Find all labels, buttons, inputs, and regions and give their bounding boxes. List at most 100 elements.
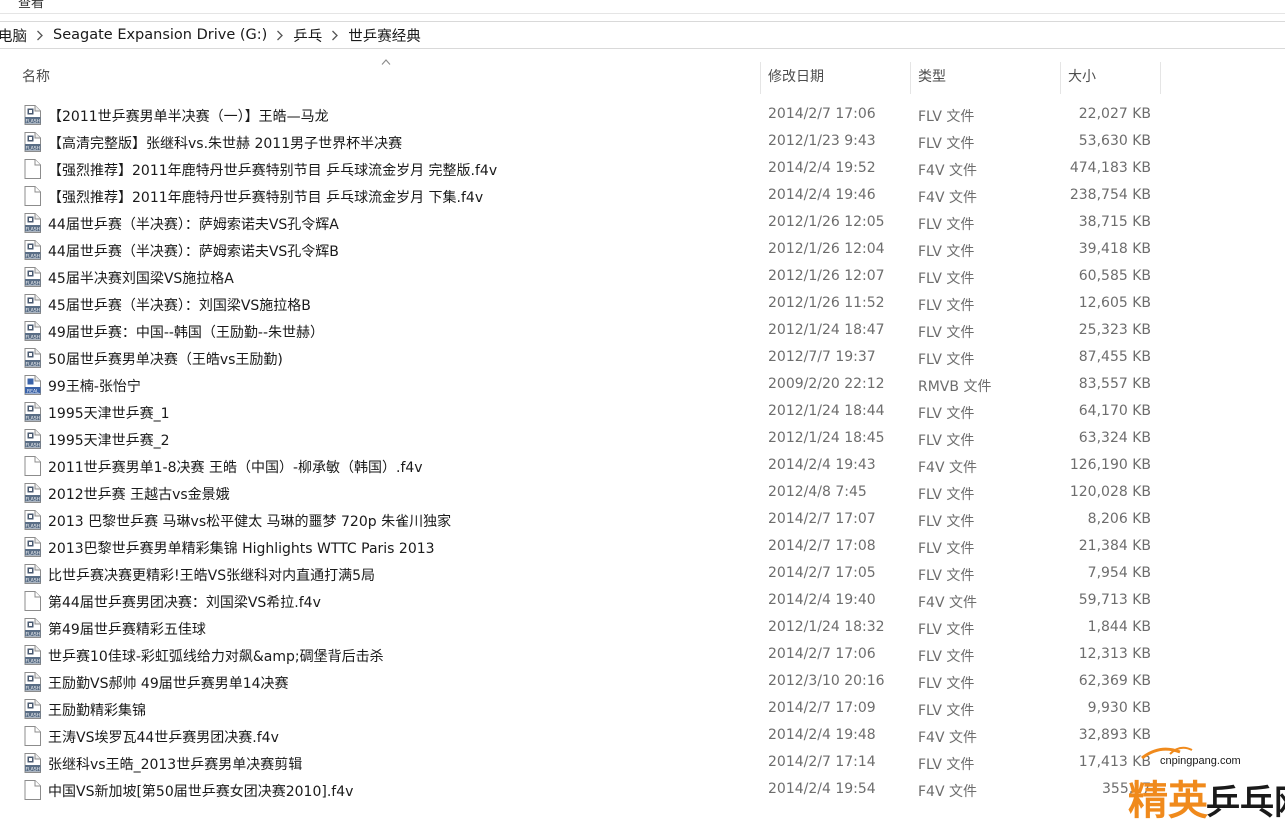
- svg-text:FLASH: FLASH: [25, 146, 40, 152]
- breadcrumb-item-computer[interactable]: 电脑: [0, 25, 29, 46]
- file-row[interactable]: FLASH 张继科vs王皓_2013世乒赛男单决赛剪辑 2014/2/7 17:1…: [0, 749, 1285, 776]
- file-list: FLASH 【2011世乒赛男单半决赛（一）】王皓—马龙 2014/2/7 17:…: [0, 101, 1285, 803]
- file-row[interactable]: FLASH 第49届世乒赛精彩五佳球 2012/1/24 18:32 FLV 文件 1…: [0, 614, 1285, 641]
- file-name: 2013 巴黎世乒赛 马琳vs松平健太 马琳的噩梦 720p 朱雀川独家: [48, 514, 452, 530]
- svg-text:FLASH: FLASH: [25, 767, 40, 773]
- file-type: F4V 文件: [918, 190, 977, 206]
- file-row[interactable]: FLASH 1995天津世乒赛_1 2012/1/24 18:44 FLV 文件 64…: [0, 398, 1285, 425]
- file-row[interactable]: FLASH 45届半决赛刘国梁VS施拉格A 2012/1/26 12:07 FLV …: [0, 263, 1285, 290]
- file-modified-date: 2012/1/23 9:43: [768, 133, 876, 149]
- svg-text:FLASH: FLASH: [25, 632, 40, 638]
- file-name: 2012世乒赛 王越古vs金景娥: [48, 487, 230, 503]
- file-row[interactable]: 2011世乒赛男单1-8决赛 王皓（中国）-柳承敏（韩国）.f4v 2014/2/…: [0, 452, 1285, 479]
- file-row[interactable]: 中国VS新加坡[第50届世乒赛女团决赛2010].f4v 2014/2/4 19:…: [0, 776, 1285, 803]
- file-type: F4V 文件: [918, 163, 977, 179]
- svg-text:FLASH: FLASH: [25, 497, 40, 503]
- svg-text:FLASH: FLASH: [25, 524, 40, 530]
- watermark-url: cnpingpang.com: [1160, 755, 1241, 767]
- chevron-right-icon[interactable]: [29, 30, 51, 41]
- chevron-right-icon[interactable]: [269, 30, 291, 41]
- file-size: 59,713 KB: [1078, 592, 1151, 608]
- file-row[interactable]: FLASH 【高清完整版】张继科vs.朱世赫 2011男子世界杯半决赛 2012/…: [0, 128, 1285, 155]
- file-modified-date: 2014/2/7 17:06: [768, 646, 876, 662]
- column-header-size[interactable]: 大小: [1068, 60, 1096, 94]
- file-type: FLV 文件: [918, 325, 975, 341]
- file-type: FLV 文件: [918, 271, 975, 287]
- breadcrumb-item-current-folder[interactable]: 世乒赛经典: [346, 25, 423, 46]
- file-type: FLV 文件: [918, 568, 975, 584]
- file-row[interactable]: 第44届世乒赛男团决赛：刘国梁VS希拉.f4v 2014/2/4 19:40 F4V…: [0, 587, 1285, 614]
- file-row[interactable]: FLASH 45届世乒赛（半决赛）：刘国梁VS施拉格B 2012/1/26 11:…: [0, 290, 1285, 317]
- file-size: 63,324 KB: [1078, 430, 1151, 446]
- file-row[interactable]: FLASH 世乒赛10佳球-彩虹弧线给力对飙&amp;碉堡背后击杀 2014/2/…: [0, 641, 1285, 668]
- sort-ascending-icon: [381, 59, 391, 65]
- file-name: 张继科vs王皓_2013世乒赛男单决赛剪辑: [48, 757, 303, 773]
- file-row[interactable]: FLASH 【2011世乒赛男单半决赛（一）】王皓—马龙 2014/2/7 17:…: [0, 101, 1285, 128]
- column-header-name[interactable]: 名称: [22, 60, 50, 94]
- column-divider[interactable]: [760, 62, 761, 94]
- file-modified-date: 2014/2/7 17:05: [768, 565, 876, 581]
- file-modified-date: 2014/2/7 17:08: [768, 538, 876, 554]
- file-name: 比世乒赛决赛更精彩!王皓VS张继科对内直通打满5局: [48, 568, 375, 584]
- column-header-type[interactable]: 类型: [918, 60, 946, 94]
- flash-video-file-icon: FLASH: [24, 105, 41, 125]
- file-row[interactable]: FLASH 2013 巴黎世乒赛 马琳vs松平健太 马琳的噩梦 720p 朱雀川…: [0, 506, 1285, 533]
- blank-file-icon: [24, 159, 41, 179]
- file-row[interactable]: FLASH 2012世乒赛 王越古vs金景娥 2012/4/8 7:45 FLV 文…: [0, 479, 1285, 506]
- file-type: FLV 文件: [918, 352, 975, 368]
- file-size: 474,183 KB: [1069, 160, 1151, 176]
- flash-video-file-icon: FLASH: [24, 348, 41, 368]
- breadcrumb: 电脑 Seagate Expansion Drive (G:) 乒乓 世乒赛经典: [0, 21, 1285, 49]
- file-row[interactable]: FLASH 比世乒赛决赛更精彩!王皓VS张继科对内直通打满5局 2014/2/7 …: [0, 560, 1285, 587]
- svg-text:FLASH: FLASH: [25, 713, 40, 719]
- file-size: 83,557 KB: [1078, 376, 1151, 392]
- file-modified-date: 2012/1/26 11:52: [768, 295, 885, 311]
- file-type: FLV 文件: [918, 298, 975, 314]
- file-modified-date: 2012/1/26 12:07: [768, 268, 885, 284]
- file-type: FLV 文件: [918, 406, 975, 422]
- file-type: FLV 文件: [918, 622, 975, 638]
- file-modified-date: 2014/2/4 19:54: [768, 781, 876, 797]
- file-modified-date: 2012/1/24 18:44: [768, 403, 885, 419]
- file-row[interactable]: REAL 99王楠-张怡宁 2009/2/20 22:12 RMVB 文件 83,55…: [0, 371, 1285, 398]
- flash-video-file-icon: FLASH: [24, 321, 41, 341]
- file-modified-date: 2014/2/4 19:48: [768, 727, 876, 743]
- file-modified-date: 2014/2/7 17:14: [768, 754, 876, 770]
- file-row[interactable]: 王涛VS埃罗瓦44世乒赛男团决赛.f4v 2014/2/4 19:48 F4V 文件…: [0, 722, 1285, 749]
- file-row[interactable]: 【强烈推荐】2011年鹿特丹世乒赛特别节目 乒乓球流金岁月 完整版.f4v 201…: [0, 155, 1285, 182]
- svg-text:FLASH: FLASH: [25, 119, 40, 125]
- column-divider[interactable]: [1060, 62, 1061, 94]
- column-header-date[interactable]: 修改日期: [768, 60, 824, 94]
- file-row[interactable]: FLASH 49届世乒赛：中国--韩国（王励勤--朱世赫） 2012/1/24 1…: [0, 317, 1285, 344]
- file-row[interactable]: 【强烈推荐】2011年鹿特丹世乒赛特别节目 乒乓球流金岁月 下集.f4v 2014…: [0, 182, 1285, 209]
- file-row[interactable]: FLASH 王励勤VS郝帅 49届世乒赛男单14决赛 2012/3/10 20:1…: [0, 668, 1285, 695]
- flash-video-file-icon: FLASH: [24, 753, 41, 773]
- breadcrumb-item-pingpong[interactable]: 乒乓: [291, 25, 324, 46]
- flash-video-file-icon: FLASH: [24, 537, 41, 557]
- blank-file-icon: [24, 456, 41, 476]
- file-type: FLV 文件: [918, 136, 975, 152]
- file-row[interactable]: FLASH 50届世乒赛男单决赛（王皓vs王励勤) 2012/7/7 19:37 F…: [0, 344, 1285, 371]
- file-name: 45届世乒赛（半决赛）：刘国梁VS施拉格B: [48, 298, 311, 314]
- column-divider[interactable]: [1160, 62, 1161, 94]
- file-name: 44届世乒赛（半决赛）：萨姆索诺夫VS孔令辉B: [48, 244, 339, 260]
- file-row[interactable]: FLASH 44届世乒赛（半决赛）：萨姆索诺夫VS孔令辉A 2012/1/26 1…: [0, 209, 1285, 236]
- file-row[interactable]: FLASH 王励勤精彩集锦 2014/2/7 17:09 FLV 文件 9,930 K…: [0, 695, 1285, 722]
- file-modified-date: 2012/3/10 20:16: [768, 673, 885, 689]
- file-name: 【2011世乒赛男单半决赛（一）】王皓—马龙: [48, 109, 329, 125]
- file-size: 39,418 KB: [1078, 241, 1151, 257]
- file-size: 8,206 KB: [1087, 511, 1151, 527]
- file-row[interactable]: FLASH 44届世乒赛（半决赛）：萨姆索诺夫VS孔令辉B 2012/1/26 1…: [0, 236, 1285, 263]
- file-size: 238,754 KB: [1069, 187, 1151, 203]
- column-divider[interactable]: [910, 62, 911, 94]
- breadcrumb-item-drive[interactable]: Seagate Expansion Drive (G:): [51, 27, 269, 43]
- flash-video-file-icon: FLASH: [24, 429, 41, 449]
- svg-text:FLASH: FLASH: [25, 308, 40, 314]
- file-size: 38,715 KB: [1078, 214, 1151, 230]
- view-menu-label[interactable]: 查看: [18, 0, 44, 11]
- file-name: 2011世乒赛男单1-8决赛 王皓（中国）-柳承敏（韩国）.f4v: [48, 460, 423, 476]
- file-row[interactable]: FLASH 2013巴黎世乒赛男单精彩集锦 Highlights WTTC Pa…: [0, 533, 1285, 560]
- file-row[interactable]: FLASH 1995天津世乒赛_2 2012/1/24 18:45 FLV 文件 63…: [0, 425, 1285, 452]
- chevron-right-icon[interactable]: [324, 30, 346, 41]
- file-size: 126,190 KB: [1069, 457, 1151, 473]
